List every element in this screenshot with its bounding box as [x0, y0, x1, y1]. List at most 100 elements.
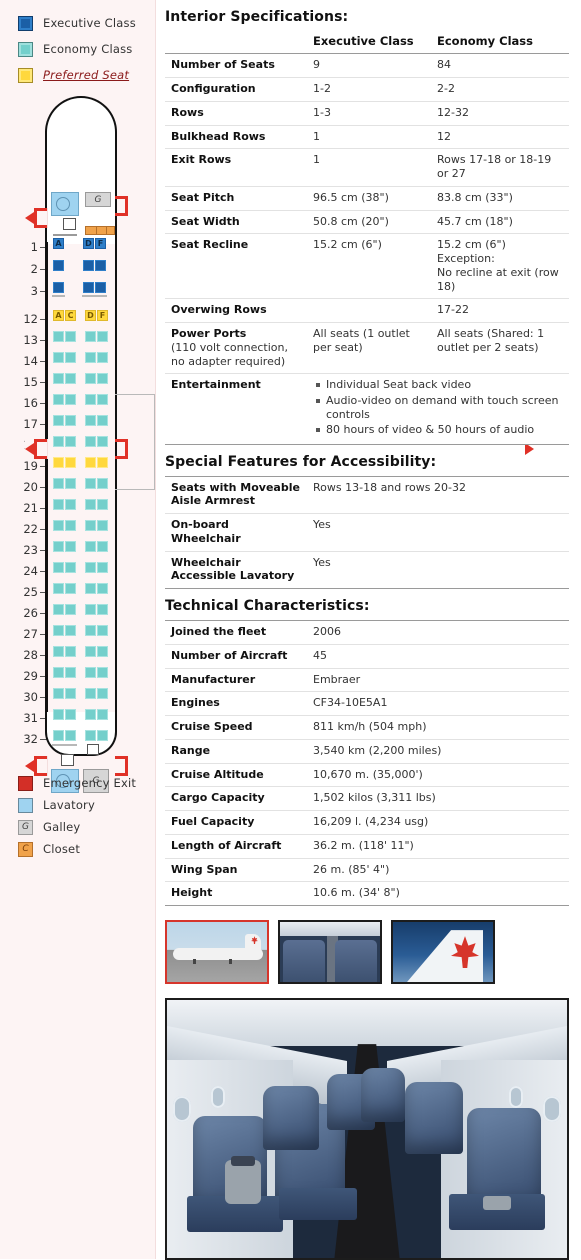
- seat-row-13-right[interactable]: [85, 331, 108, 342]
- seat-25C[interactable]: [65, 583, 76, 594]
- seat-15F[interactable]: [97, 373, 108, 384]
- seat-20C[interactable]: [65, 478, 76, 489]
- seat-19F[interactable]: [97, 457, 108, 468]
- seat-20A[interactable]: [53, 478, 64, 489]
- seat-30D[interactable]: [85, 688, 96, 699]
- seat-row-23-right[interactable]: [85, 541, 108, 552]
- seat-19C[interactable]: [65, 457, 76, 468]
- seat-3F[interactable]: [95, 282, 106, 293]
- seat-29D[interactable]: [85, 667, 96, 678]
- seat-25D[interactable]: [85, 583, 96, 594]
- preferred-seat-link[interactable]: Preferred Seat: [43, 68, 129, 82]
- seat-24D[interactable]: [85, 562, 96, 573]
- seat-16C[interactable]: [65, 394, 76, 405]
- seat-row-12-right[interactable]: D F: [85, 310, 108, 321]
- seat-15C[interactable]: [65, 373, 76, 384]
- seat-31D[interactable]: [85, 709, 96, 720]
- seat-row-14-left[interactable]: [53, 352, 76, 363]
- seat-26A[interactable]: [53, 604, 64, 615]
- seat-22D[interactable]: [85, 520, 96, 531]
- seat-30A[interactable]: [53, 688, 64, 699]
- seat-3A[interactable]: [53, 282, 64, 293]
- seat-row-27-right[interactable]: [85, 625, 108, 636]
- seat-17C[interactable]: [65, 415, 76, 426]
- aircraft-seat-diagram[interactable]: 1 2 3 12 13 14 15 16 17 18 19 20 21 22 2…: [0, 96, 534, 793]
- seat-row-20-right[interactable]: [85, 478, 108, 489]
- seat-32F[interactable]: [97, 730, 108, 741]
- seat-row-30-right[interactable]: [85, 688, 108, 699]
- seat-2A[interactable]: [53, 260, 64, 271]
- seat-31A[interactable]: [53, 709, 64, 720]
- seat-row-16-right[interactable]: [85, 394, 108, 405]
- seat-32D[interactable]: [85, 730, 96, 741]
- seat-27A[interactable]: [53, 625, 64, 636]
- seat-22C[interactable]: [65, 520, 76, 531]
- seat-21F[interactable]: [97, 499, 108, 510]
- seat-row-29-right[interactable]: [85, 667, 108, 678]
- seat-row-12-left[interactable]: A C: [53, 310, 76, 321]
- seat-21D[interactable]: [85, 499, 96, 510]
- seat-12A[interactable]: A: [53, 310, 64, 321]
- seat-29C[interactable]: [65, 667, 76, 678]
- exit-door-overwing-left[interactable]: [25, 439, 48, 459]
- seat-1D[interactable]: D: [83, 238, 94, 249]
- exit-door-forward-left[interactable]: [25, 208, 48, 228]
- seat-19D[interactable]: [85, 457, 96, 468]
- cabin-interior-photo[interactable]: [165, 998, 569, 1260]
- seat-23D[interactable]: [85, 541, 96, 552]
- seat-18A[interactable]: [53, 436, 64, 447]
- seat-row-2-right[interactable]: [83, 260, 106, 271]
- seat-23F[interactable]: [97, 541, 108, 552]
- seat-row-18-left[interactable]: [53, 436, 76, 447]
- seat-14C[interactable]: [65, 352, 76, 363]
- seat-12F[interactable]: F: [97, 310, 108, 321]
- seat-14A[interactable]: [53, 352, 64, 363]
- seat-28F[interactable]: [97, 646, 108, 657]
- seat-row-2-left[interactable]: [53, 260, 64, 271]
- seat-18C[interactable]: [65, 436, 76, 447]
- seat-12C[interactable]: C: [65, 310, 76, 321]
- seat-22A[interactable]: [53, 520, 64, 531]
- aircraft-exterior-thumbnail[interactable]: [165, 920, 269, 985]
- seat-row-27-left[interactable]: [53, 625, 76, 636]
- seat-row-18-right[interactable]: [85, 436, 108, 447]
- seat-row-30-left[interactable]: [53, 688, 76, 699]
- seat-18F[interactable]: [97, 436, 108, 447]
- seat-1F[interactable]: F: [95, 238, 106, 249]
- seat-row-31-right[interactable]: [85, 709, 108, 720]
- seat-row-1-right[interactable]: D F: [83, 238, 106, 249]
- seat-row-28-right[interactable]: [85, 646, 108, 657]
- seat-25A[interactable]: [53, 583, 64, 594]
- seat-29A[interactable]: [53, 667, 64, 678]
- legend-item-preferred[interactable]: Preferred Seat: [18, 62, 148, 88]
- seat-row-19-right[interactable]: [85, 457, 108, 468]
- seat-2D[interactable]: [83, 260, 94, 271]
- seat-14F[interactable]: [97, 352, 108, 363]
- seat-row-3-right[interactable]: [83, 282, 106, 293]
- seat-17F[interactable]: [97, 415, 108, 426]
- seat-27F[interactable]: [97, 625, 108, 636]
- cabin-interior-thumbnail[interactable]: [278, 920, 382, 985]
- seat-row-15-right[interactable]: [85, 373, 108, 384]
- seat-row-28-left[interactable]: [53, 646, 76, 657]
- seat-row-26-right[interactable]: [85, 604, 108, 615]
- seat-3D[interactable]: [83, 282, 94, 293]
- seat-row-17-left[interactable]: [53, 415, 76, 426]
- seat-23C[interactable]: [65, 541, 76, 552]
- seat-31C[interactable]: [65, 709, 76, 720]
- seat-13D[interactable]: [85, 331, 96, 342]
- seat-row-20-left[interactable]: [53, 478, 76, 489]
- seat-23A[interactable]: [53, 541, 64, 552]
- seat-row-24-right[interactable]: [85, 562, 108, 573]
- seat-24C[interactable]: [65, 562, 76, 573]
- seat-26C[interactable]: [65, 604, 76, 615]
- seat-row-21-right[interactable]: [85, 499, 108, 510]
- seat-row-14-right[interactable]: [85, 352, 108, 363]
- seat-24A[interactable]: [53, 562, 64, 573]
- seat-24F[interactable]: [97, 562, 108, 573]
- seat-30F[interactable]: [97, 688, 108, 699]
- seat-15A[interactable]: [53, 373, 64, 384]
- seat-20F[interactable]: [97, 478, 108, 489]
- seat-28C[interactable]: [65, 646, 76, 657]
- seat-1A[interactable]: A: [53, 238, 64, 249]
